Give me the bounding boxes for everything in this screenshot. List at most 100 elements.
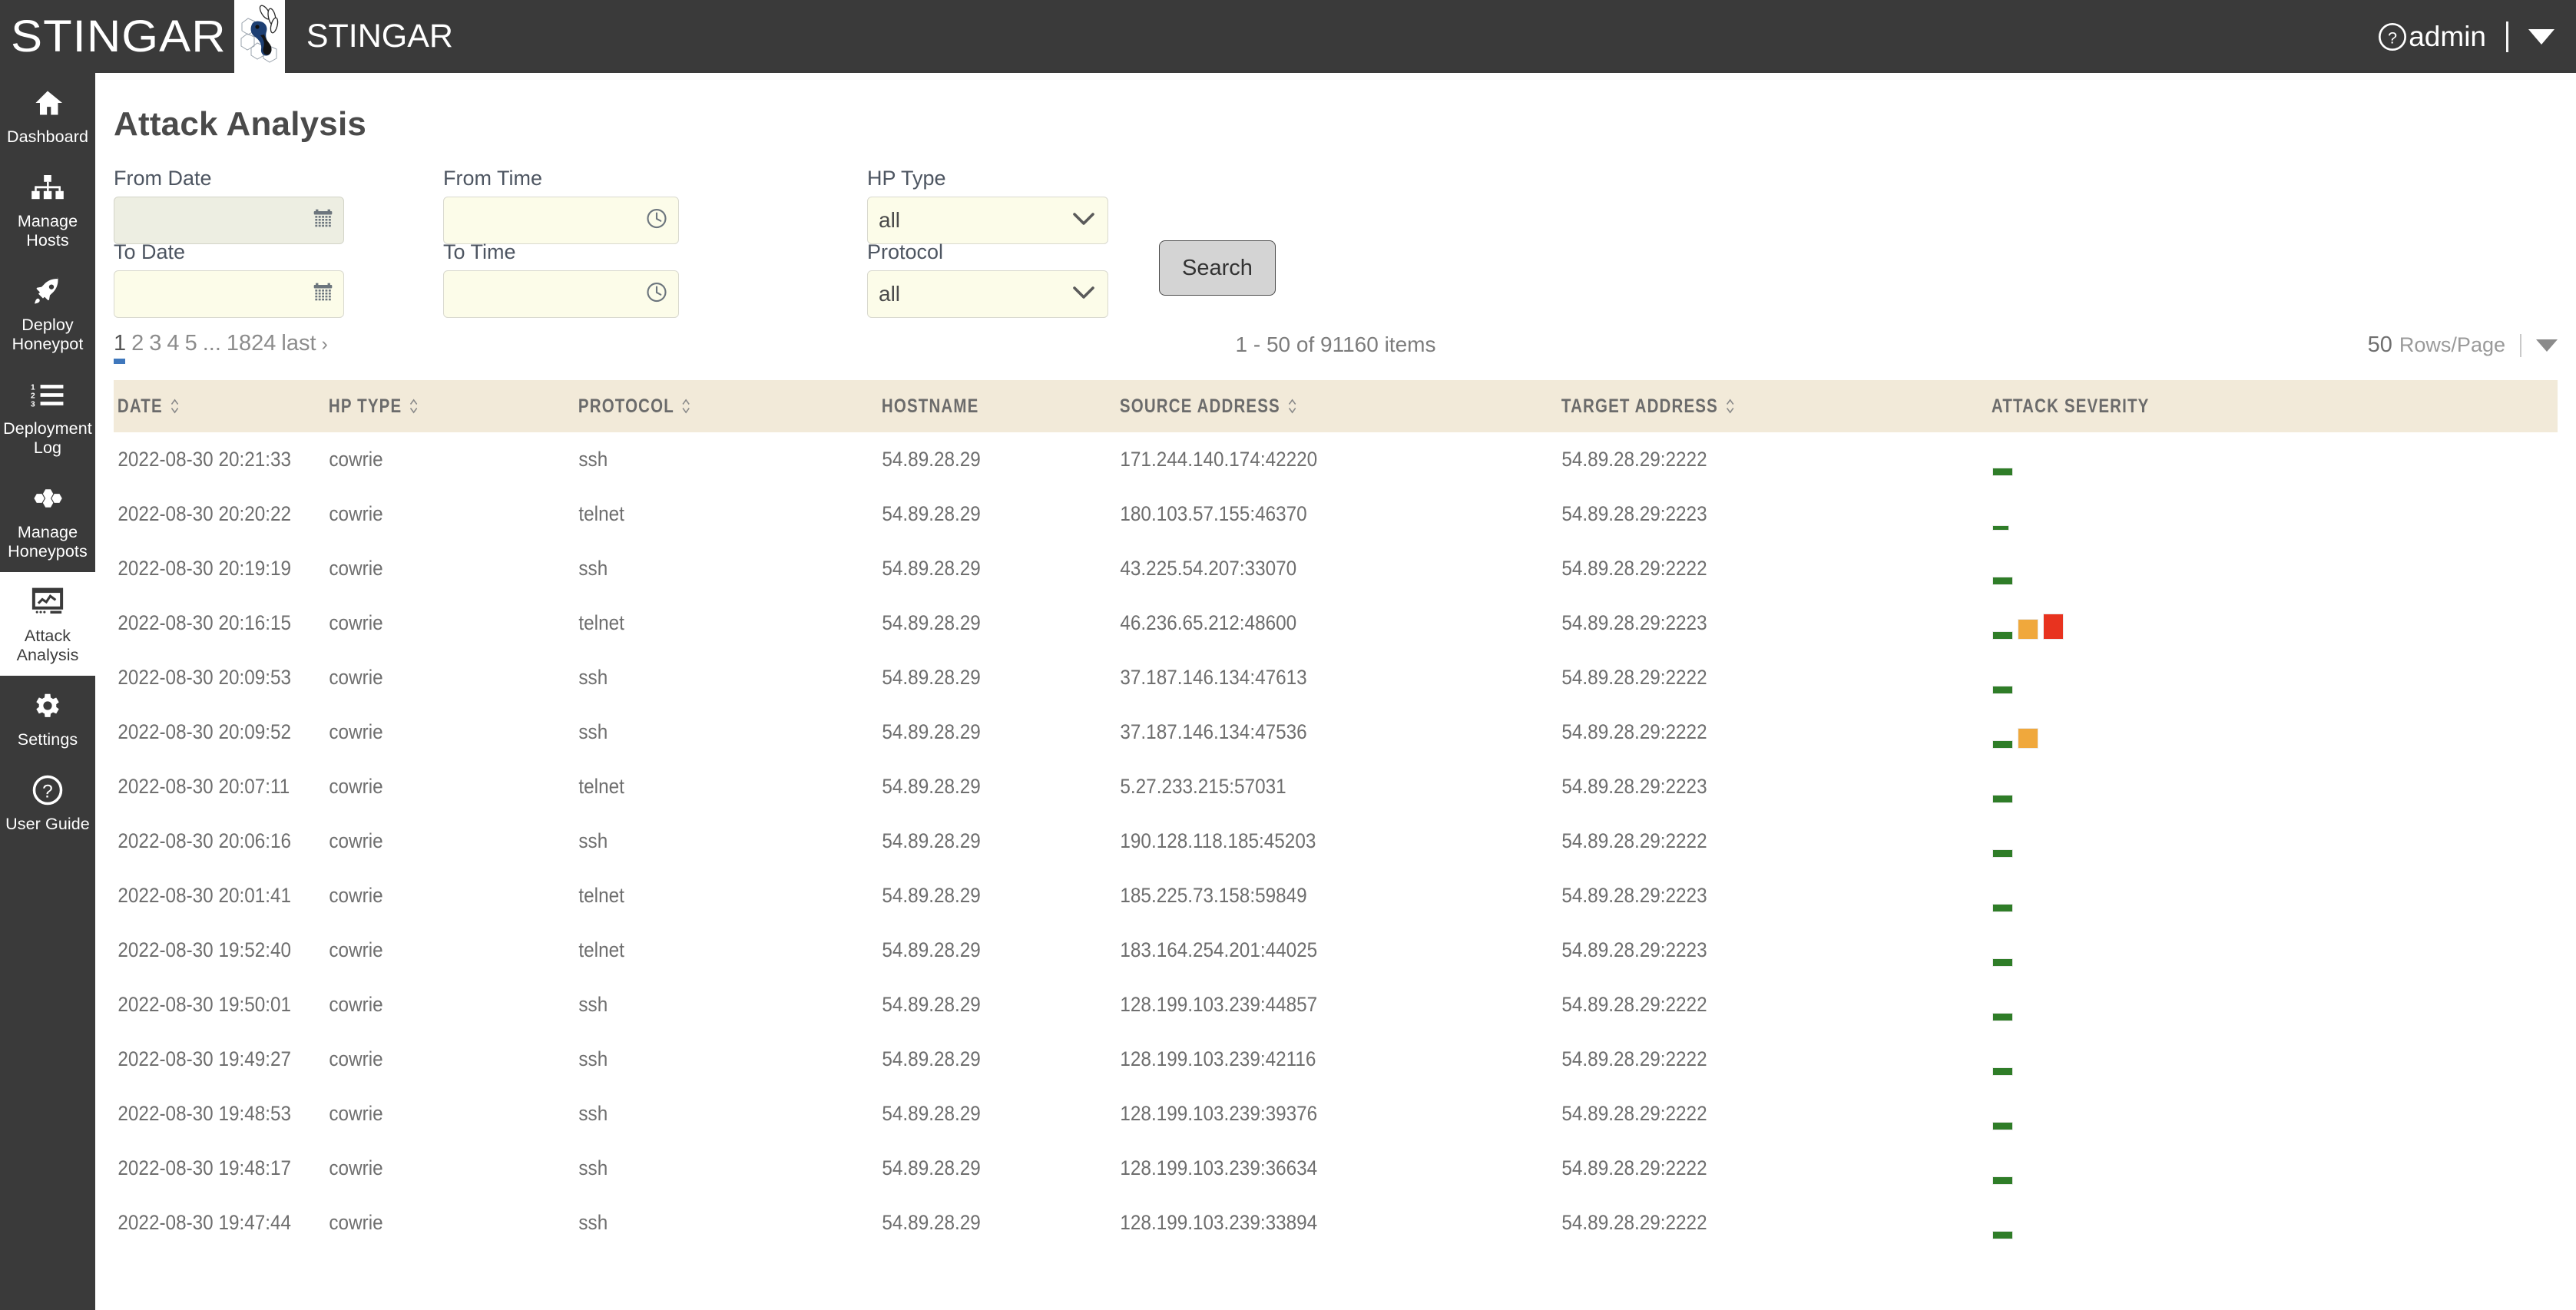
severity-bar-group: [1992, 1207, 2558, 1239]
sidebar-item-user-guide[interactable]: ? User Guide: [0, 760, 95, 845]
to-date-input[interactable]: [114, 270, 344, 318]
table-row[interactable]: 2022-08-30 20:06:16 cowrie ssh 54.89.28.29 1…: [114, 814, 2558, 868]
to-time-field: To Time: [443, 240, 679, 318]
column-label: TARGET ADDRESS: [1561, 395, 1718, 417]
sidebar-item-manage-honeypots[interactable]: Manage Honeypots: [0, 468, 95, 572]
severity-bar-group: [1992, 662, 2558, 694]
severity-bar: [1992, 849, 2013, 858]
pagination-row: 1 2 3 4 5 ... 1824 last › 1 - 50 of 9116…: [95, 331, 2576, 371]
from-date-input[interactable]: [114, 197, 344, 244]
table-row[interactable]: 2022-08-30 20:21:33 cowrie ssh 54.89.28.29 1…: [114, 432, 2558, 487]
sidebar-item-label: Manage Hosts: [17, 212, 78, 250]
sidebar-item-deployment-log[interactable]: 1 2 3 Deployment Log: [0, 365, 95, 468]
table-row[interactable]: 2022-08-30 20:09:52 cowrie ssh 54.89.28.29 3…: [114, 705, 2558, 759]
cell-target-address: 54.89.28.29:2223: [1561, 938, 1707, 961]
protocol-select[interactable]: all: [867, 270, 1108, 318]
table-row[interactable]: 2022-08-30 19:47:44 cowrie ssh 54.89.28.29 1…: [114, 1196, 2558, 1250]
table-row[interactable]: 2022-08-30 20:07:11 cowrie telnet 54.89.28.…: [114, 759, 2558, 814]
cell-attack-severity: [1988, 923, 2558, 978]
to-time-input[interactable]: [443, 270, 679, 318]
table-head: DATE HP TYPE PROTOCOL HOSTNAME SOURCE AD…: [114, 380, 2558, 432]
severity-bar-group: [1992, 716, 2558, 749]
protocol-label: Protocol: [867, 240, 944, 263]
severity-bar: [2018, 727, 2038, 749]
cell-attack-severity: [1988, 650, 2558, 705]
from-time-label: From Time: [443, 167, 543, 190]
cell-protocol: ssh: [578, 1047, 608, 1070]
app-name: STINGAR: [306, 18, 453, 55]
rocket-icon: [31, 273, 65, 309]
sidebar-item-attack-analysis[interactable]: Attack Analysis: [0, 572, 95, 676]
sidebar-item-manage-hosts[interactable]: Manage Hosts: [0, 157, 95, 261]
column-label: DATE: [117, 395, 163, 417]
table-row[interactable]: 2022-08-30 19:48:17 cowrie ssh 54.89.28.29 1…: [114, 1141, 2558, 1196]
search-button[interactable]: Search: [1159, 240, 1276, 296]
question-circle-icon[interactable]: ?: [2377, 22, 2408, 52]
cell-hp-type: cowrie: [329, 1211, 383, 1234]
column-header-source-address[interactable]: SOURCE ADDRESS: [1116, 380, 1478, 432]
severity-bar: [1992, 467, 2013, 476]
column-header-protocol[interactable]: PROTOCOL: [574, 380, 823, 432]
home-icon: [31, 85, 64, 121]
sidebar-item-dashboard[interactable]: Dashboard: [0, 73, 95, 157]
cell-date: 2022-08-30 20:09:52: [118, 720, 292, 743]
sort-icon[interactable]: [409, 399, 418, 414]
sort-icon[interactable]: [171, 399, 179, 414]
hp-type-select[interactable]: all: [867, 197, 1108, 244]
cell-hp-type: cowrie: [329, 775, 383, 798]
table-row[interactable]: 2022-08-30 19:48:53 cowrie ssh 54.89.28.29 1…: [114, 1087, 2558, 1141]
cell-hp-type: cowrie: [329, 502, 383, 525]
sort-icon[interactable]: [682, 399, 690, 414]
column-header-date[interactable]: DATE: [114, 380, 287, 432]
sidebar-item-settings[interactable]: Settings: [0, 676, 95, 760]
cell-attack-severity: [1988, 1196, 2558, 1250]
table-row[interactable]: 2022-08-30 20:19:19 cowrie ssh 54.89.28.29 4…: [114, 541, 2558, 596]
severity-bar-group: [1992, 771, 2558, 803]
severity-bar: [2018, 618, 2038, 640]
cell-date: 2022-08-30 20:20:22: [118, 502, 292, 525]
cell-attack-severity: [1988, 432, 2558, 487]
svg-text:?: ?: [2388, 28, 2397, 47]
from-time-input[interactable]: [443, 197, 679, 244]
cell-hostname: 54.89.28.29: [882, 775, 981, 798]
brand-area[interactable]: STINGAR STINGAR: [0, 0, 453, 74]
cell-protocol: telnet: [578, 884, 624, 907]
severity-bar-group: [1992, 825, 2558, 858]
caret-down-icon[interactable]: [2528, 28, 2554, 45]
cell-attack-severity: [1988, 541, 2558, 596]
severity-bar-group: [1992, 444, 2558, 476]
sort-icon[interactable]: [1726, 399, 1734, 414]
attack-table-container: DATE HP TYPE PROTOCOL HOSTNAME SOURCE AD…: [95, 380, 2576, 1250]
cell-protocol: ssh: [578, 448, 608, 471]
cell-target-address: 54.89.28.29:2222: [1561, 1156, 1707, 1179]
sidebar-item-label: Deployment Log: [3, 419, 92, 457]
cell-hostname: 54.89.28.29: [882, 611, 981, 634]
cell-hostname: 54.89.28.29: [882, 1102, 981, 1125]
table-row[interactable]: 2022-08-30 19:50:01 cowrie ssh 54.89.28.29 1…: [114, 978, 2558, 1032]
severity-bar: [1992, 1012, 2013, 1021]
table-row[interactable]: 2022-08-30 20:20:22 cowrie telnet 54.89.28.…: [114, 487, 2558, 541]
cell-attack-severity: [1988, 487, 2558, 541]
cell-protocol: telnet: [578, 775, 624, 798]
cell-source-address: 171.244.140.174:42220: [1120, 448, 1318, 471]
sort-icon[interactable]: [1288, 399, 1296, 414]
to-date-field: To Date: [114, 240, 344, 318]
cell-target-address: 54.89.28.29:2222: [1561, 720, 1707, 743]
caret-down-icon[interactable]: [2536, 339, 2558, 352]
table-row[interactable]: 2022-08-30 19:52:40 cowrie telnet 54.89.28.…: [114, 923, 2558, 978]
cell-target-address: 54.89.28.29:2222: [1561, 1047, 1707, 1070]
list-ol-icon: 1 2 3: [31, 377, 65, 412]
table-row[interactable]: 2022-08-30 20:01:41 cowrie telnet 54.89.28.…: [114, 868, 2558, 923]
column-header-hp-type[interactable]: HP TYPE: [325, 380, 530, 432]
cell-protocol: telnet: [578, 611, 624, 634]
svg-text:3: 3: [31, 401, 35, 407]
hp-type-label: HP Type: [867, 167, 946, 190]
rows-per-page-control: 50 Rows/Page: [2368, 332, 2558, 358]
sidebar-item-label: Manage Honeypots: [8, 523, 88, 561]
table-row[interactable]: 2022-08-30 20:16:15 cowrie telnet 54.89.28.…: [114, 596, 2558, 650]
table-row[interactable]: 2022-08-30 20:09:53 cowrie ssh 54.89.28.29 3…: [114, 650, 2558, 705]
sidebar-item-deploy-honeypot[interactable]: Deploy Honeypot: [0, 261, 95, 365]
column-header-target-address[interactable]: TARGET ADDRESS: [1558, 380, 1910, 432]
severity-bar-group: [1992, 935, 2558, 967]
table-row[interactable]: 2022-08-30 19:49:27 cowrie ssh 54.89.28.29 1…: [114, 1032, 2558, 1087]
